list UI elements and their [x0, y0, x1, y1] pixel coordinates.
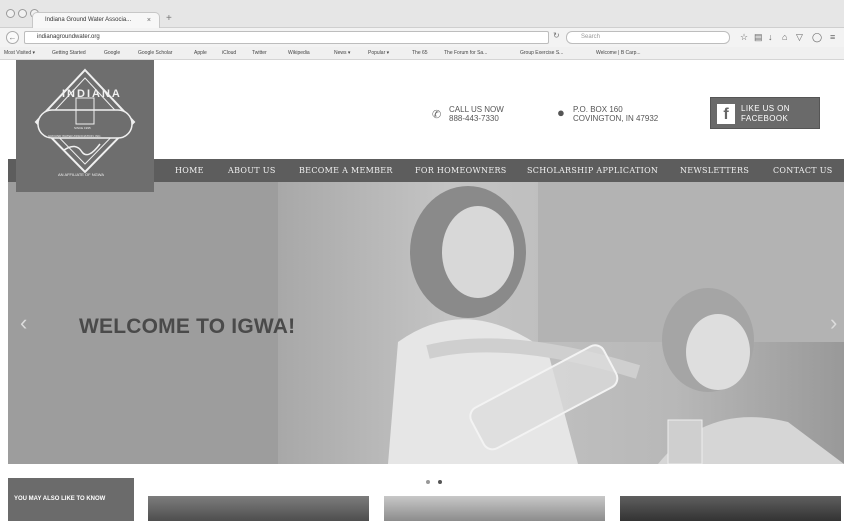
bookmark-item[interactable]: The 65 [412, 47, 428, 59]
home-icon[interactable]: ⌂ [782, 31, 787, 43]
pocket-icon[interactable]: ▽ [796, 31, 803, 43]
phone-number: 888-443-7330 [449, 114, 499, 123]
slider-dot-active[interactable] [438, 480, 443, 484]
facebook-button[interactable]: f LIKE US ON FACEBOOK [710, 97, 820, 129]
also-like-heading: YOU MAY ALSO LIKE TO KNOW [8, 478, 134, 521]
download-icon[interactable]: ↓ [768, 31, 773, 43]
hero-slider: ‹ WELCOME TO IGWA! › [8, 182, 844, 464]
article-thumbnail[interactable] [148, 496, 369, 521]
browser-tab[interactable]: Indiana Ground Water Associa... × [32, 12, 160, 28]
star-icon[interactable]: ☆ [740, 31, 748, 43]
tab-close-icon[interactable]: × [147, 13, 151, 28]
phone-icon: ✆ [432, 109, 442, 121]
url-text: indianagroundwater.org [37, 34, 100, 40]
close-window-icon[interactable] [6, 9, 15, 18]
back-arrow-icon[interactable]: ← [6, 31, 19, 44]
bookmark-item[interactable]: News ▾ [334, 47, 350, 59]
location-pin-icon: ● [557, 105, 565, 120]
search-placeholder: Search [581, 34, 601, 40]
igwa-logo[interactable]: INDIANA SINCE 1995 GROUND WATER ASSOCIAT… [16, 60, 154, 192]
hero-headline: WELCOME TO IGWA! [79, 315, 296, 338]
nav-become-a-member[interactable]: BECOME A MEMBER [299, 159, 393, 182]
bookmark-item[interactable]: Group Exercise S... [520, 47, 563, 59]
article-thumbnail[interactable] [620, 496, 841, 521]
phone-label: CALL US NOW [449, 105, 504, 114]
reload-icon[interactable]: ↻ [553, 31, 560, 40]
browser-search-input[interactable]: Search [566, 31, 730, 44]
sync-icon[interactable]: ◯ [812, 31, 822, 43]
facebook-line-1: LIKE US ON [741, 104, 790, 113]
nav-newsletters[interactable]: NEWSLETTERS [680, 159, 749, 182]
bookmark-item[interactable]: Google Scholar [138, 47, 172, 59]
nav-scholarship-application[interactable]: SCHOLARSHIP APPLICATION [527, 159, 658, 182]
logo-tagline: GROUND WATER ASSOCIATION, INC. [48, 134, 102, 138]
slider-pagination [426, 471, 446, 489]
logo-name: INDIANA [62, 88, 122, 100]
slider-dot[interactable] [426, 480, 430, 484]
phone-contact[interactable]: CALL US NOW 888-443-7330 [449, 105, 504, 123]
address-contact: P.O. BOX 160 COVINGTON, IN 47932 [573, 105, 658, 123]
slider-prev-arrow[interactable]: ‹ [20, 310, 27, 336]
bookmark-item[interactable]: The Forum for Sa... [444, 47, 487, 59]
tab-title: Indiana Ground Water Associa... [45, 17, 132, 23]
browser-titlebar: Indiana Ground Water Associa... × + [0, 0, 844, 28]
slider-next-arrow[interactable]: › [830, 310, 837, 336]
bookmark-item[interactable]: iCloud [222, 47, 236, 59]
nav-for-homeowners[interactable]: FOR HOMEOWNERS [415, 159, 507, 182]
bookmark-item[interactable]: Apple [194, 47, 207, 59]
bookmark-item[interactable]: Most Visited ▾ [4, 47, 35, 59]
hero-photo-illustration [388, 182, 844, 464]
bookmark-item[interactable]: Welcome | B Carp... [596, 47, 641, 59]
nav-contact-us[interactable]: CONTACT US [773, 159, 833, 182]
address-line-1: P.O. BOX 160 [573, 105, 623, 114]
reading-list-icon[interactable]: ▤ [754, 31, 763, 43]
address-line-2: COVINGTON, IN 47932 [573, 114, 659, 123]
browser-navbar: ← indianagroundwater.org ↻ Search ☆ ▤ ↓ … [0, 28, 844, 47]
minimize-window-icon[interactable] [18, 9, 27, 18]
logo-affiliate: AN AFFILIATE OF NGWA [58, 172, 105, 177]
nav-about-us[interactable]: ABOUT US [228, 159, 276, 182]
logo-since: SINCE 1995 [74, 126, 91, 130]
article-thumbnail[interactable] [384, 496, 605, 521]
facebook-line-2: FACEBOOK [741, 114, 789, 123]
bookmark-item[interactable]: Popular ▾ [368, 47, 389, 59]
website: INDIANA SINCE 1995 GROUND WATER ASSOCIAT… [8, 60, 844, 521]
menu-icon[interactable]: ≡ [830, 31, 835, 43]
bookmark-item[interactable]: Google [104, 47, 120, 59]
bookmark-item[interactable]: Wikipedia [288, 47, 310, 59]
new-tab-button[interactable]: + [166, 13, 172, 25]
bookmark-item[interactable]: Twitter [252, 47, 267, 59]
facebook-label: LIKE US ON FACEBOOK [741, 104, 790, 124]
facebook-icon: f [717, 104, 735, 124]
bookmark-item[interactable]: Getting Started [52, 47, 86, 59]
hero-photo [278, 182, 844, 464]
nav-home[interactable]: HOME [175, 159, 204, 182]
url-input[interactable]: indianagroundwater.org [24, 31, 549, 44]
bookmarks-bar: Most Visited ▾ Getting Started Google Go… [0, 47, 844, 60]
